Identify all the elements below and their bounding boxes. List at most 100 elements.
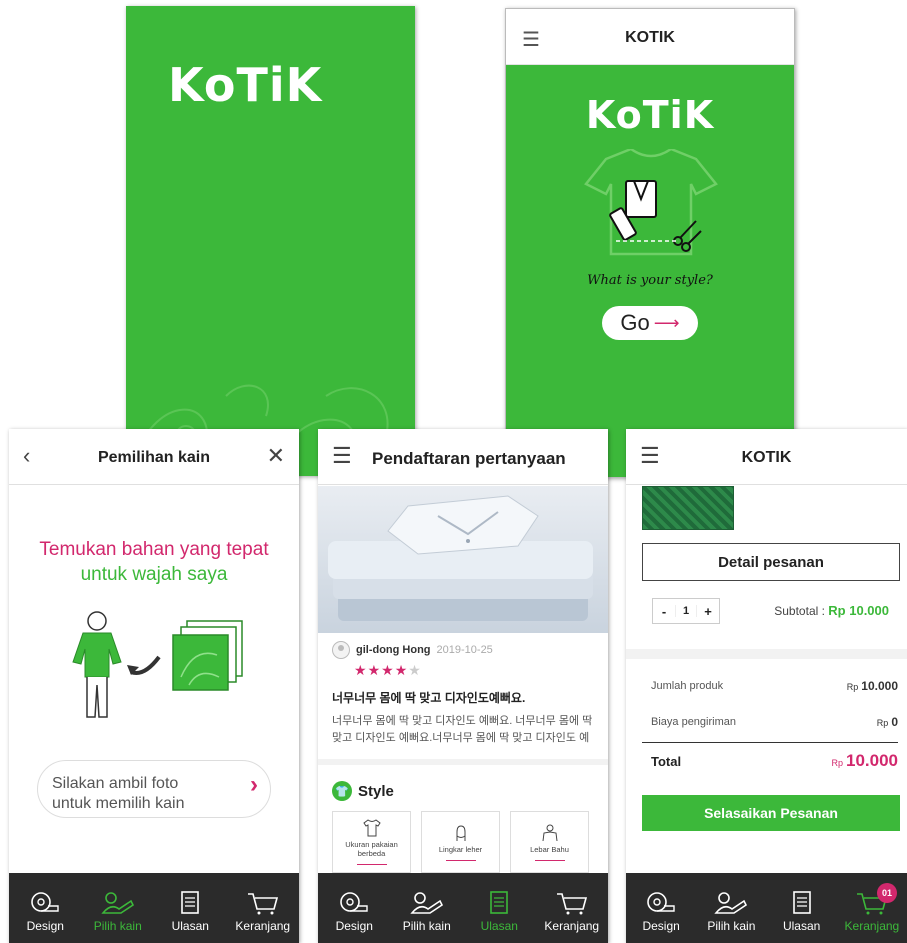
measuring-tape-icon bbox=[31, 892, 59, 912]
nav-design[interactable]: Design bbox=[9, 873, 82, 943]
fabric-selection-screen: ‹ Pemilihan kain ✕ Temukan bahan yang te… bbox=[9, 429, 299, 943]
take-photo-button[interactable]: Silakan ambil foto untuk memilih kain › bbox=[37, 760, 271, 818]
nav-pilih-kain[interactable]: Pilih kain bbox=[391, 873, 464, 943]
total-divider bbox=[642, 742, 898, 743]
fabric-hand-icon bbox=[101, 892, 134, 914]
star-icon: ★ bbox=[367, 662, 382, 678]
row-label: Biaya pengiriman bbox=[651, 716, 736, 728]
take-photo-label: Silakan ambil foto untuk memilih kain bbox=[52, 774, 185, 812]
qty-plus-button[interactable]: + bbox=[697, 604, 719, 619]
currency: Rp bbox=[846, 682, 859, 692]
bottom-nav: Design Pilih kain Ulasan 01 Keranjang bbox=[626, 873, 907, 943]
star-empty-icon: ★ bbox=[408, 662, 422, 678]
page-title: KOTIK bbox=[625, 29, 675, 46]
nav-pilih-kain-label: Pilih kain bbox=[402, 919, 451, 933]
header: ☰ KOTIK bbox=[626, 429, 907, 485]
style-card-label: Ukuran pakaian berbeda bbox=[345, 840, 398, 858]
nav-design[interactable]: Design bbox=[318, 873, 391, 943]
measuring-tape-icon bbox=[647, 892, 675, 912]
row-label: Jumlah produk bbox=[651, 680, 724, 692]
card-underline bbox=[356, 864, 387, 865]
nav-keranjang[interactable]: 01 Keranjang bbox=[837, 873, 907, 943]
person-fabric-illustration bbox=[72, 611, 243, 718]
go-button[interactable]: Go ⟶ bbox=[602, 306, 698, 340]
cart-screen: ☰ KOTIK Detail pesanan - 1 + Subtotal : … bbox=[626, 429, 907, 943]
qty-minus-button[interactable]: - bbox=[653, 604, 675, 619]
nav-keranjang[interactable]: Keranjang bbox=[227, 873, 300, 943]
subtotal-value: Rp 10.000 bbox=[828, 603, 889, 618]
nav-pilih-kain-label: Pilih kain bbox=[93, 919, 142, 933]
review-date: 2019-10-25 bbox=[436, 644, 493, 656]
star-icon: ★ bbox=[394, 662, 409, 678]
qty-value: 1 bbox=[675, 605, 697, 617]
close-icon[interactable]: ✕ bbox=[267, 443, 285, 469]
nav-ulasan[interactable]: Ulasan bbox=[767, 873, 837, 943]
bottom-nav: Design Pilih kain Ulasan Keranjang bbox=[318, 873, 608, 943]
style-cards: Ukuran pakaian berbeda Lingkar leher Leb… bbox=[332, 811, 589, 873]
cart-badge: 01 bbox=[877, 883, 897, 903]
headline-line-1: Temukan bahan yang tepat bbox=[39, 539, 269, 560]
nav-ulasan[interactable]: Ulasan bbox=[463, 873, 536, 943]
shoulder-outline-icon bbox=[542, 824, 557, 841]
star-icon: ★ bbox=[354, 662, 368, 678]
document-icon bbox=[792, 891, 811, 914]
style-card-label: Lingkar leher bbox=[438, 844, 483, 854]
review-screen: ☰ Pendaftaran pertanyaan gil-dong Hong 2… bbox=[318, 429, 608, 943]
nav-design[interactable]: Design bbox=[626, 873, 696, 943]
review-title: 너무너무 몸에 딱 맞고 디자인도예뻐요. bbox=[332, 691, 526, 705]
review-author: gil-dong Hong bbox=[356, 644, 431, 656]
hamburger-menu-icon[interactable]: ☰ bbox=[332, 443, 352, 469]
cart-icon bbox=[556, 893, 587, 915]
headline: Temukan bahan yang tepat untuk wajah say… bbox=[9, 537, 299, 587]
kotik-logo: KoTiK bbox=[585, 93, 715, 137]
style-heading: 👕 Style bbox=[332, 781, 394, 801]
total-label: Total bbox=[651, 753, 682, 769]
subtotal-label: Subtotal : bbox=[774, 604, 825, 618]
section-divider bbox=[318, 759, 608, 765]
go-label: Go bbox=[620, 310, 650, 335]
star-icon: ★ bbox=[381, 662, 395, 678]
nav-design-label: Design bbox=[642, 919, 680, 933]
document-icon bbox=[181, 891, 200, 914]
nav-pilih-kain[interactable]: Pilih kain bbox=[696, 873, 766, 943]
nav-keranjang-label: Keranjang bbox=[235, 919, 291, 933]
page-title: Pemilihan kain bbox=[97, 449, 211, 466]
nav-ulasan-label: Ulasan bbox=[480, 919, 518, 933]
amount: 0 bbox=[891, 715, 898, 729]
product-amount-row: Jumlah produk Rp 10.000 bbox=[651, 679, 898, 693]
total-amount: Rp 10.000 bbox=[831, 751, 898, 771]
shirt-outline-icon bbox=[362, 819, 381, 837]
tshirt-icon: 👕 bbox=[332, 781, 352, 801]
style-card-shoulder[interactable]: Lebar Bahu bbox=[510, 811, 589, 873]
currency: Rp bbox=[876, 718, 889, 728]
kotik-logo: KoTiK bbox=[168, 58, 323, 112]
document-icon bbox=[490, 891, 509, 914]
nav-design-label: Design bbox=[26, 919, 64, 933]
quantity-stepper: - 1 + bbox=[652, 598, 720, 624]
finish-order-button[interactable]: Selasaikan Pesanan bbox=[642, 795, 900, 831]
tagline: What is your style? bbox=[587, 273, 713, 288]
review-body: 너무너무 몸에 딱 맞고 디자인도 예뻐요. 너무너무 몸에 딱 맞고 디자인도… bbox=[332, 715, 593, 744]
header: ‹ Pemilihan kain ✕ bbox=[9, 429, 299, 485]
nav-pilih-kain[interactable]: Pilih kain bbox=[82, 873, 155, 943]
nav-keranjang-label: Keranjang bbox=[844, 919, 900, 933]
order-detail-button[interactable]: Detail pesanan bbox=[642, 543, 900, 581]
shipping-cost-row: Biaya pengiriman Rp 0 bbox=[651, 715, 898, 729]
style-card-label: Lebar Bahu bbox=[530, 844, 569, 854]
style-card-neck[interactable]: Lingkar leher bbox=[421, 811, 500, 873]
subtotal: Subtotal : Rp 10.000 bbox=[774, 603, 889, 618]
currency: Rp bbox=[831, 758, 843, 768]
style-heading-label: Style bbox=[358, 782, 394, 800]
page-title: Pendaftaran pertanyaan bbox=[372, 449, 566, 468]
avatar bbox=[332, 641, 350, 659]
shirts-photo bbox=[318, 486, 608, 633]
nav-ulasan-label: Ulasan bbox=[171, 919, 209, 933]
cart-icon bbox=[247, 893, 278, 915]
chevron-right-icon: › bbox=[250, 771, 258, 798]
nav-ulasan[interactable]: Ulasan bbox=[154, 873, 227, 943]
nav-keranjang[interactable]: Keranjang bbox=[536, 873, 609, 943]
style-card-size[interactable]: Ukuran pakaian berbeda bbox=[332, 811, 411, 873]
top-bar: ☰ KOTIK bbox=[506, 9, 794, 65]
section-divider bbox=[626, 649, 907, 659]
nav-design-label: Design bbox=[335, 919, 373, 933]
